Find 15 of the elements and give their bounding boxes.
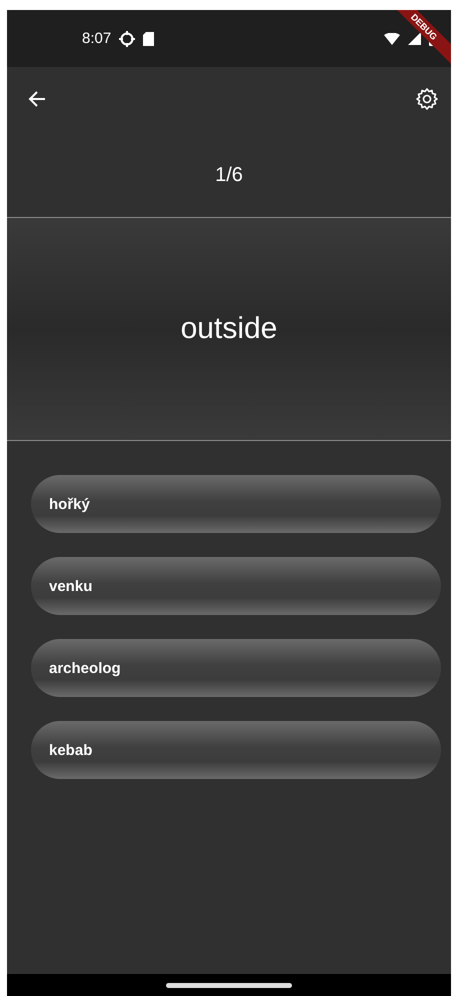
prompt-word: outside (180, 312, 278, 346)
settings-button[interactable] (415, 87, 439, 111)
answer-button[interactable]: venku (31, 557, 441, 615)
settings-icon (415, 87, 439, 111)
back-button[interactable] (27, 89, 47, 109)
progress-counter: 1/6 (215, 164, 243, 186)
home-handle[interactable] (166, 982, 292, 988)
gear-icon (119, 30, 136, 46)
sd-card-icon (143, 32, 154, 46)
status-time: 8:07 (82, 30, 112, 47)
answer-button[interactable]: archeolog (31, 639, 441, 697)
answer-button[interactable]: hořký (31, 475, 441, 533)
wifi-icon (384, 32, 400, 44)
answer-button[interactable]: kebab (31, 721, 441, 779)
back-arrow-icon (27, 89, 47, 109)
